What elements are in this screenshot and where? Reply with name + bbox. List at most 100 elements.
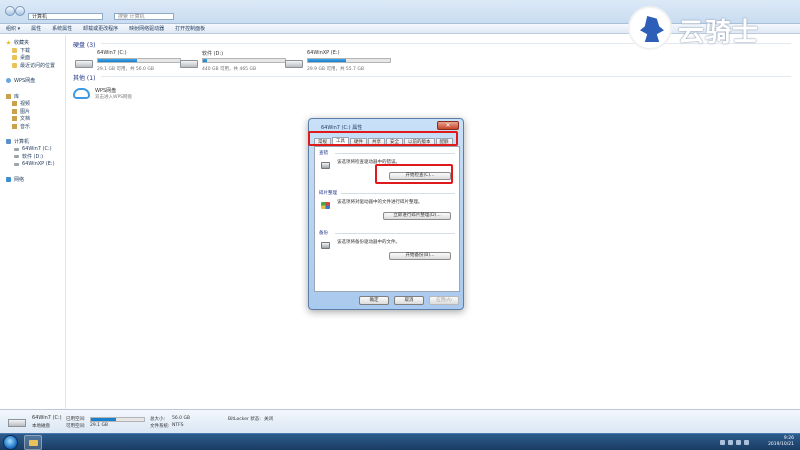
watermark-text: 云骑士 [678, 18, 760, 48]
hard-drive-icon [75, 60, 93, 68]
hard-disks-header[interactable]: 硬盘 (3) [73, 40, 95, 49]
drive-usage-bar [202, 58, 286, 63]
taskbar: 9:26 2019/10/21 [0, 433, 800, 450]
organize-menu[interactable]: 组织 ▾ [6, 25, 20, 32]
sidebar-label: 音乐 [20, 123, 31, 130]
details-free-label: 可用空间: [66, 424, 86, 429]
taskbar-explorer-button[interactable] [24, 435, 42, 450]
music-icon [12, 123, 17, 129]
sidebar-item-drive-c[interactable]: 64Win7 (C:) [0, 146, 65, 154]
details-bitlocker-label: BitLocker 状态: [228, 417, 261, 422]
details-fs-label: 文件系统: [150, 424, 170, 429]
wps-cloud-item[interactable]: WPS网盘 双击进入WPS网盘 [73, 86, 173, 106]
sidebar-item-music[interactable]: 音乐 [0, 123, 65, 131]
sidebar-item-computer[interactable]: 计算机 [0, 138, 65, 146]
check-button-highlight-box [375, 164, 453, 184]
navigation-pane: 收藏夹 下载 桌面 最近访问的位置 WPS网盘 库 视频 图片 文档 音乐 计算… [0, 35, 66, 409]
drive-usage-bar [307, 58, 391, 63]
hard-drive-icon [180, 60, 198, 68]
search-placeholder: 搜索 计算机 [118, 14, 145, 20]
sidebar-label: 软件 (D:) [22, 154, 44, 161]
sidebar-label: 最近访问的位置 [20, 62, 56, 69]
group-divider [341, 192, 455, 194]
knight-icon [640, 16, 664, 42]
details-bitlocker-value: 关闭 [264, 417, 273, 422]
document-icon [12, 116, 17, 122]
sidebar-label: 收藏夹 [14, 40, 30, 47]
sidebar-item-network[interactable]: 网络 [0, 176, 65, 184]
drive-tile-e[interactable]: 64WinXP (E:) 29.9 GB 可用，共 55.7 GB [285, 50, 395, 82]
group-title: 备份 [319, 231, 328, 236]
details-usage-bar [90, 417, 145, 422]
group-divider [335, 152, 455, 154]
group-title: 碎片整理 [319, 191, 337, 196]
drive-free-space: 29.9 GB 可用，共 55.7 GB [307, 67, 364, 72]
hard-drive-icon [8, 419, 26, 427]
downloads-folder-icon [12, 47, 17, 53]
watermark-logo [628, 6, 672, 50]
open-control-panel-button[interactable]: 打开控制面板 [175, 25, 205, 32]
details-pane: 64Win7 (C:) 本地磁盘 已用空间: 可用空间: 29.1 GB 总大小… [0, 409, 800, 433]
drive-usage-bar [97, 58, 181, 63]
drive-tile-d[interactable]: 软件 (D:) 440 GB 可用，共 465 GB [180, 50, 290, 82]
hard-drive-icon [14, 147, 19, 151]
address-text: 计算机 [32, 14, 48, 20]
backup-group: 备份 该选项将备份驱动器中的文件。 开始备份(B)... [319, 230, 455, 268]
map-network-drive-button[interactable]: 映射网络驱动器 [129, 25, 164, 32]
sidebar-label: 网络 [14, 177, 25, 184]
network-tray-icon[interactable] [736, 440, 741, 445]
other-header[interactable]: 其他 (1) [73, 73, 95, 82]
defragment-now-button[interactable]: 立即进行碎片整理(D)... [383, 212, 451, 220]
start-button[interactable] [3, 435, 18, 450]
defrag-icon [321, 202, 330, 209]
sidebar-item-drive-e[interactable]: 64WinXP (E:) [0, 161, 65, 169]
system-properties-button[interactable]: 系统属性 [52, 25, 72, 32]
sidebar-item-recent-places[interactable]: 最近访问的位置 [0, 62, 65, 70]
address-field[interactable]: 计算机 [28, 13, 103, 20]
sidebar-label: 64WinXP (E:) [22, 161, 55, 168]
details-total-label: 总大小: [150, 417, 166, 422]
drive-name: 64Win7 (C:) [97, 50, 127, 56]
sidebar-item-downloads[interactable]: 下载 [0, 47, 65, 55]
ok-button[interactable]: 确定 [359, 296, 389, 305]
tray-icon[interactable] [728, 440, 733, 445]
sidebar-item-wps-cloud[interactable]: WPS网盘 [0, 77, 65, 85]
sidebar-label: 视频 [20, 101, 31, 108]
wps-name: WPS网盘 [95, 88, 117, 94]
close-button[interactable]: ✕ [437, 121, 459, 130]
drive-free-space: 29.1 GB 可用，共 56.0 GB [97, 67, 154, 72]
sidebar-item-libraries[interactable]: 库 [0, 93, 65, 101]
properties-button[interactable]: 属性 [31, 25, 41, 32]
drive-usage-fill [98, 59, 138, 62]
sidebar-item-documents[interactable]: 文档 [0, 115, 65, 123]
forward-button[interactable] [15, 6, 25, 16]
tray-icon[interactable] [720, 440, 725, 445]
sidebar-item-drive-d[interactable]: 软件 (D:) [0, 153, 65, 161]
backup-now-button[interactable]: 开始备份(B)... [389, 252, 451, 260]
apply-button[interactable]: 应用(A) [429, 296, 459, 305]
uninstall-program-button[interactable]: 卸载或更改程序 [83, 25, 118, 32]
sidebar-label: 图片 [20, 108, 31, 115]
cloud-icon [73, 88, 90, 99]
search-input[interactable]: 搜索 计算机 [114, 13, 174, 20]
error-check-icon [321, 162, 330, 169]
tabs-highlight-box [308, 131, 458, 146]
library-icon [6, 93, 11, 99]
volume-icon[interactable] [744, 440, 749, 445]
details-total-value: 56.0 GB [172, 416, 191, 421]
sidebar-label: 文档 [20, 116, 31, 123]
sidebar-label: 库 [14, 93, 20, 100]
sidebar-item-favorites[interactable]: 收藏夹 [0, 39, 65, 47]
details-fs-value: NTFS [172, 423, 184, 428]
hard-drive-icon [285, 60, 303, 68]
sidebar-item-desktop[interactable]: 桌面 [0, 54, 65, 62]
backup-icon [321, 242, 330, 249]
clock[interactable]: 9:26 2019/10/21 [768, 436, 794, 448]
sidebar-item-pictures[interactable]: 图片 [0, 108, 65, 116]
video-icon [12, 101, 17, 107]
sidebar-label: WPS网盘 [14, 78, 36, 85]
details-usage-fill [91, 418, 117, 421]
back-button[interactable] [5, 6, 15, 16]
sidebar-item-videos[interactable]: 视频 [0, 100, 65, 108]
cancel-button[interactable]: 取消 [394, 296, 424, 305]
